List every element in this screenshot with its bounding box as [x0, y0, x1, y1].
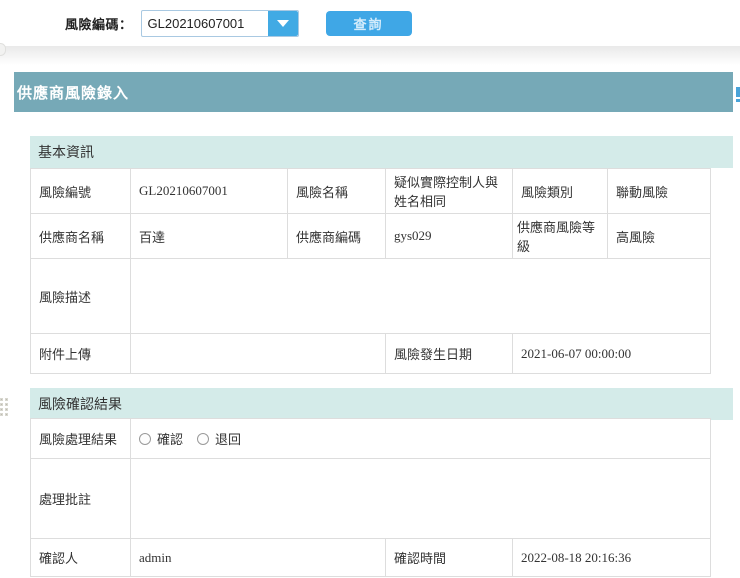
chevron-down-icon	[277, 20, 289, 27]
dropdown-arrow-button[interactable]	[268, 11, 298, 36]
basic-info-title: 基本資訊	[30, 142, 94, 162]
supplier-risk-level-label: 供應商風險等級	[513, 214, 608, 259]
query-button[interactable]: 查詢	[326, 11, 412, 36]
toolbar: 風險編碼： GL20210607001 查詢	[0, 0, 740, 46]
comment-label: 處理批註	[31, 459, 131, 539]
risk-code-label: 風險編碼：	[65, 14, 133, 33]
risk-desc-value	[131, 259, 711, 334]
confirm-time-label: 確認時間	[386, 539, 513, 577]
table-row: 風險編號 GL20210607001 風險名稱 疑似實際控制人與姓名相同 風險類…	[31, 169, 711, 214]
risk-category-label: 風險類別	[513, 169, 608, 214]
risk-code-dropdown[interactable]: GL20210607001	[141, 10, 299, 37]
risk-no-label: 風險編號	[31, 169, 131, 214]
confirm-result-section-header: 風險確認結果	[30, 388, 733, 420]
risk-code-dropdown-value[interactable]: GL20210607001	[142, 11, 268, 36]
supplier-name-value: 百達	[131, 214, 288, 259]
supplier-risk-level-value: 高風險	[608, 214, 711, 259]
radio-return[interactable]	[197, 433, 209, 445]
attachment-value[interactable]	[131, 334, 386, 374]
table-row: 處理批註	[31, 459, 711, 539]
table-row: 供應商名稱 百達 供應商編碼 gys029 供應商風險等級 高風險	[31, 214, 711, 259]
radio-return-label[interactable]: 退回	[215, 429, 241, 448]
drag-handle[interactable]	[0, 398, 10, 422]
risk-category-value: 聯動風險	[608, 169, 711, 214]
table-row: 確認人 admin 確認時間 2022-08-18 20:16:36	[31, 539, 711, 577]
confirm-time-value: 2022-08-18 20:16:36	[513, 539, 711, 577]
basic-info-section-header: 基本資訊	[30, 136, 733, 168]
supplier-name-label: 供應商名稱	[31, 214, 131, 259]
confirmer-value: admin	[131, 539, 386, 577]
table-row: 附件上傳 風險發生日期 2021-06-07 00:00:00	[31, 334, 711, 374]
confirmer-label: 確認人	[31, 539, 131, 577]
supplier-code-label: 供應商編碼	[288, 214, 386, 259]
handle-result-label: 風險處理結果	[31, 419, 131, 459]
basic-info-table: 風險編號 GL20210607001 風險名稱 疑似實際控制人與姓名相同 風險類…	[30, 168, 711, 374]
radio-confirm[interactable]	[139, 433, 151, 445]
risk-name-label: 風險名稱	[288, 169, 386, 214]
table-row: 風險描述	[31, 259, 711, 334]
page-title: 供應商風險錄入	[14, 82, 129, 103]
handle-result-options: 確認 退回	[131, 419, 711, 459]
page-header-bar: 供應商風險錄入	[14, 72, 733, 112]
table-row: 風險處理結果 確認 退回	[31, 419, 711, 459]
risk-no-value: GL20210607001	[131, 169, 288, 214]
supplier-code-value: gys029	[386, 214, 513, 259]
risk-name-value: 疑似實際控制人與姓名相同	[386, 169, 513, 214]
confirm-result-table: 風險處理結果 確認 退回 處理批註 確認人 admin 確認時間 2022-08…	[30, 418, 711, 577]
attachment-label: 附件上傳	[31, 334, 131, 374]
risk-desc-label: 風險描述	[31, 259, 131, 334]
risk-date-value: 2021-06-07 00:00:00	[513, 334, 711, 374]
radio-confirm-label[interactable]: 確認	[157, 429, 183, 448]
clipped-right-icon	[736, 87, 740, 102]
risk-date-label: 風險發生日期	[386, 334, 513, 374]
separator-band	[0, 46, 740, 65]
confirm-result-title: 風險確認結果	[30, 394, 122, 414]
comment-value[interactable]	[131, 459, 711, 539]
